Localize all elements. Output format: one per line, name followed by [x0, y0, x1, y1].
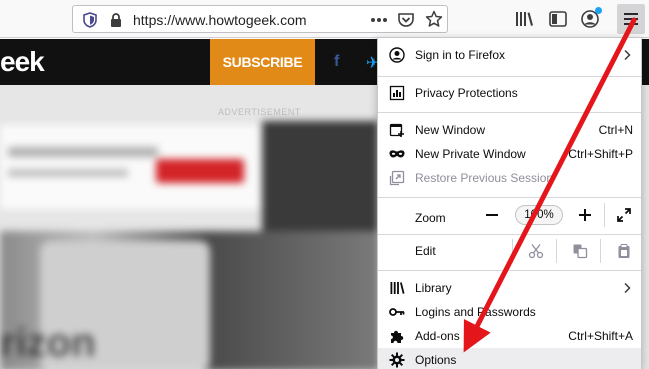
menu-item-label: Library — [415, 281, 452, 295]
page-actions-more-icon[interactable] — [369, 12, 389, 28]
url-bar[interactable]: https://www.howtogeek.com — [72, 5, 448, 33]
bookmark-star-icon[interactable] — [425, 10, 443, 28]
paste-clipboard-icon[interactable] — [616, 243, 632, 259]
menu-item-privacy-protections[interactable]: Privacy Protections — [378, 81, 641, 105]
menu-item-restore-session[interactable]: Restore Previous Session — [378, 166, 641, 190]
gear-icon — [389, 352, 405, 368]
menu-item-label: Logins and Passwords — [415, 305, 536, 319]
zoom-divider — [604, 203, 605, 227]
privacy-dashboard-icon — [389, 85, 405, 101]
ad-text-line — [8, 147, 158, 157]
pocket-icon[interactable] — [397, 11, 415, 29]
menu-separator — [378, 234, 641, 235]
zoom-in-plus-icon[interactable] — [577, 207, 593, 223]
menu-item-logins-and-passwords[interactable]: Logins and Passwords — [378, 300, 641, 324]
new-window-icon — [389, 123, 404, 137]
advertisement-label: ADVERTISEMENT — [218, 107, 301, 117]
menu-separator — [378, 270, 641, 271]
menu-item-library[interactable]: Library — [378, 276, 641, 300]
open-menu-button[interactable] — [617, 4, 645, 34]
brand-text: rizon — [0, 321, 96, 365]
menu-item-label: Add-ons — [415, 329, 460, 343]
cut-scissors-icon[interactable] — [528, 243, 544, 259]
menu-row-edit: Edit — [378, 239, 641, 263]
facebook-icon[interactable]: f — [334, 53, 339, 71]
zoom-label: Zoom — [415, 211, 446, 225]
ad-text-line — [8, 169, 128, 177]
ad-cta-button — [156, 159, 244, 183]
fullscreen-icon[interactable] — [616, 207, 632, 223]
puzzle-piece-icon — [391, 330, 404, 343]
menu-item-label: New Private Window — [415, 147, 526, 161]
menu-item-label: Privacy Protections — [415, 86, 518, 100]
firefox-main-menu: Sign in to Firefox Privacy Protections N… — [377, 37, 642, 369]
menu-item-shortcut: Ctrl+Shift+A — [568, 329, 633, 343]
tracking-protection-shield-icon[interactable] — [83, 12, 97, 28]
library-icon[interactable] — [514, 9, 534, 29]
edit-label: Edit — [415, 244, 436, 258]
edit-divider — [600, 239, 601, 263]
key-icon — [389, 308, 405, 316]
site-logo[interactable]: eek — [0, 46, 45, 78]
menu-separator — [378, 197, 641, 198]
url-domain: howtogeek.com — [208, 12, 307, 28]
menu-item-sign-in[interactable]: Sign in to Firefox — [378, 43, 641, 67]
private-browsing-mask-icon — [389, 150, 405, 158]
ad-card — [0, 125, 262, 209]
menu-item-new-private-window[interactable]: New Private Window Ctrl+Shift+P — [378, 142, 641, 166]
edit-divider — [556, 239, 557, 263]
menu-separator — [378, 112, 641, 113]
menu-item-label: Restore Previous Session — [415, 171, 554, 185]
menu-item-label: Sign in to Firefox — [415, 48, 506, 62]
menu-item-label: New Window — [415, 123, 486, 137]
blurred-advertisement: rizon — [0, 121, 378, 369]
menu-separator — [378, 76, 641, 77]
menu-item-new-window[interactable]: New Window Ctrl+N — [378, 118, 641, 142]
account-badge-dot — [595, 7, 602, 14]
menu-item-add-ons[interactable]: Add-ons Ctrl+Shift+A — [378, 324, 641, 348]
sidebar-toggle-icon[interactable] — [548, 9, 568, 29]
restore-session-icon — [389, 170, 405, 186]
account-icon — [389, 47, 405, 63]
lock-icon[interactable] — [109, 12, 123, 28]
hamburger-menu-icon — [624, 13, 638, 25]
chevron-right-icon — [624, 282, 631, 294]
url-prefix: https://www. — [133, 12, 209, 28]
copy-icon[interactable] — [572, 243, 588, 259]
menu-row-zoom: Zoom 100% — [378, 203, 641, 227]
menu-item-label: Options — [415, 353, 457, 367]
edit-divider — [512, 239, 513, 263]
browser-toolbar: https://www.howtogeek.com — [0, 0, 649, 38]
menu-item-shortcut: Ctrl+Shift+P — [568, 147, 633, 161]
library-icon — [390, 282, 405, 294]
zoom-out-minus-icon[interactable] — [484, 207, 500, 223]
url-text[interactable]: https://www.howtogeek.com — [133, 12, 307, 28]
menu-item-options[interactable]: Options — [378, 348, 641, 369]
menu-item-shortcut: Ctrl+N — [598, 123, 633, 137]
zoom-reset-button[interactable]: 100% — [515, 205, 563, 225]
subscribe-button[interactable]: SUBSCRIBE — [210, 39, 315, 85]
chevron-right-icon — [624, 49, 631, 61]
